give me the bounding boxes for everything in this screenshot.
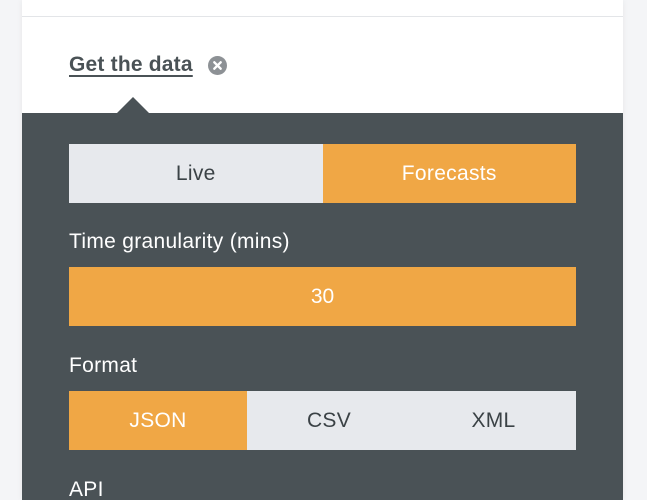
- data-card: Get the data Live Forecasts Time granula…: [22, 0, 623, 500]
- panel-pointer: [116, 97, 150, 114]
- api-label: API: [69, 478, 104, 500]
- divider: [22, 16, 623, 17]
- xml-button[interactable]: XML: [411, 391, 576, 450]
- live-button[interactable]: Live: [69, 144, 323, 203]
- data-type-toggle: Live Forecasts: [69, 144, 576, 203]
- page: Get the data Live Forecasts Time granula…: [0, 0, 647, 500]
- granularity-label: Time granularity (mins): [69, 230, 290, 253]
- csv-button[interactable]: CSV: [247, 391, 411, 450]
- json-button[interactable]: JSON: [69, 391, 247, 450]
- format-toggle: JSON CSV XML: [69, 391, 576, 450]
- get-data-link[interactable]: Get the data: [69, 53, 193, 77]
- format-label: Format: [69, 354, 138, 377]
- close-icon[interactable]: [207, 55, 227, 75]
- get-data-header: Get the data: [69, 50, 227, 80]
- granularity-button[interactable]: 30: [69, 267, 576, 326]
- forecasts-button[interactable]: Forecasts: [322, 144, 576, 203]
